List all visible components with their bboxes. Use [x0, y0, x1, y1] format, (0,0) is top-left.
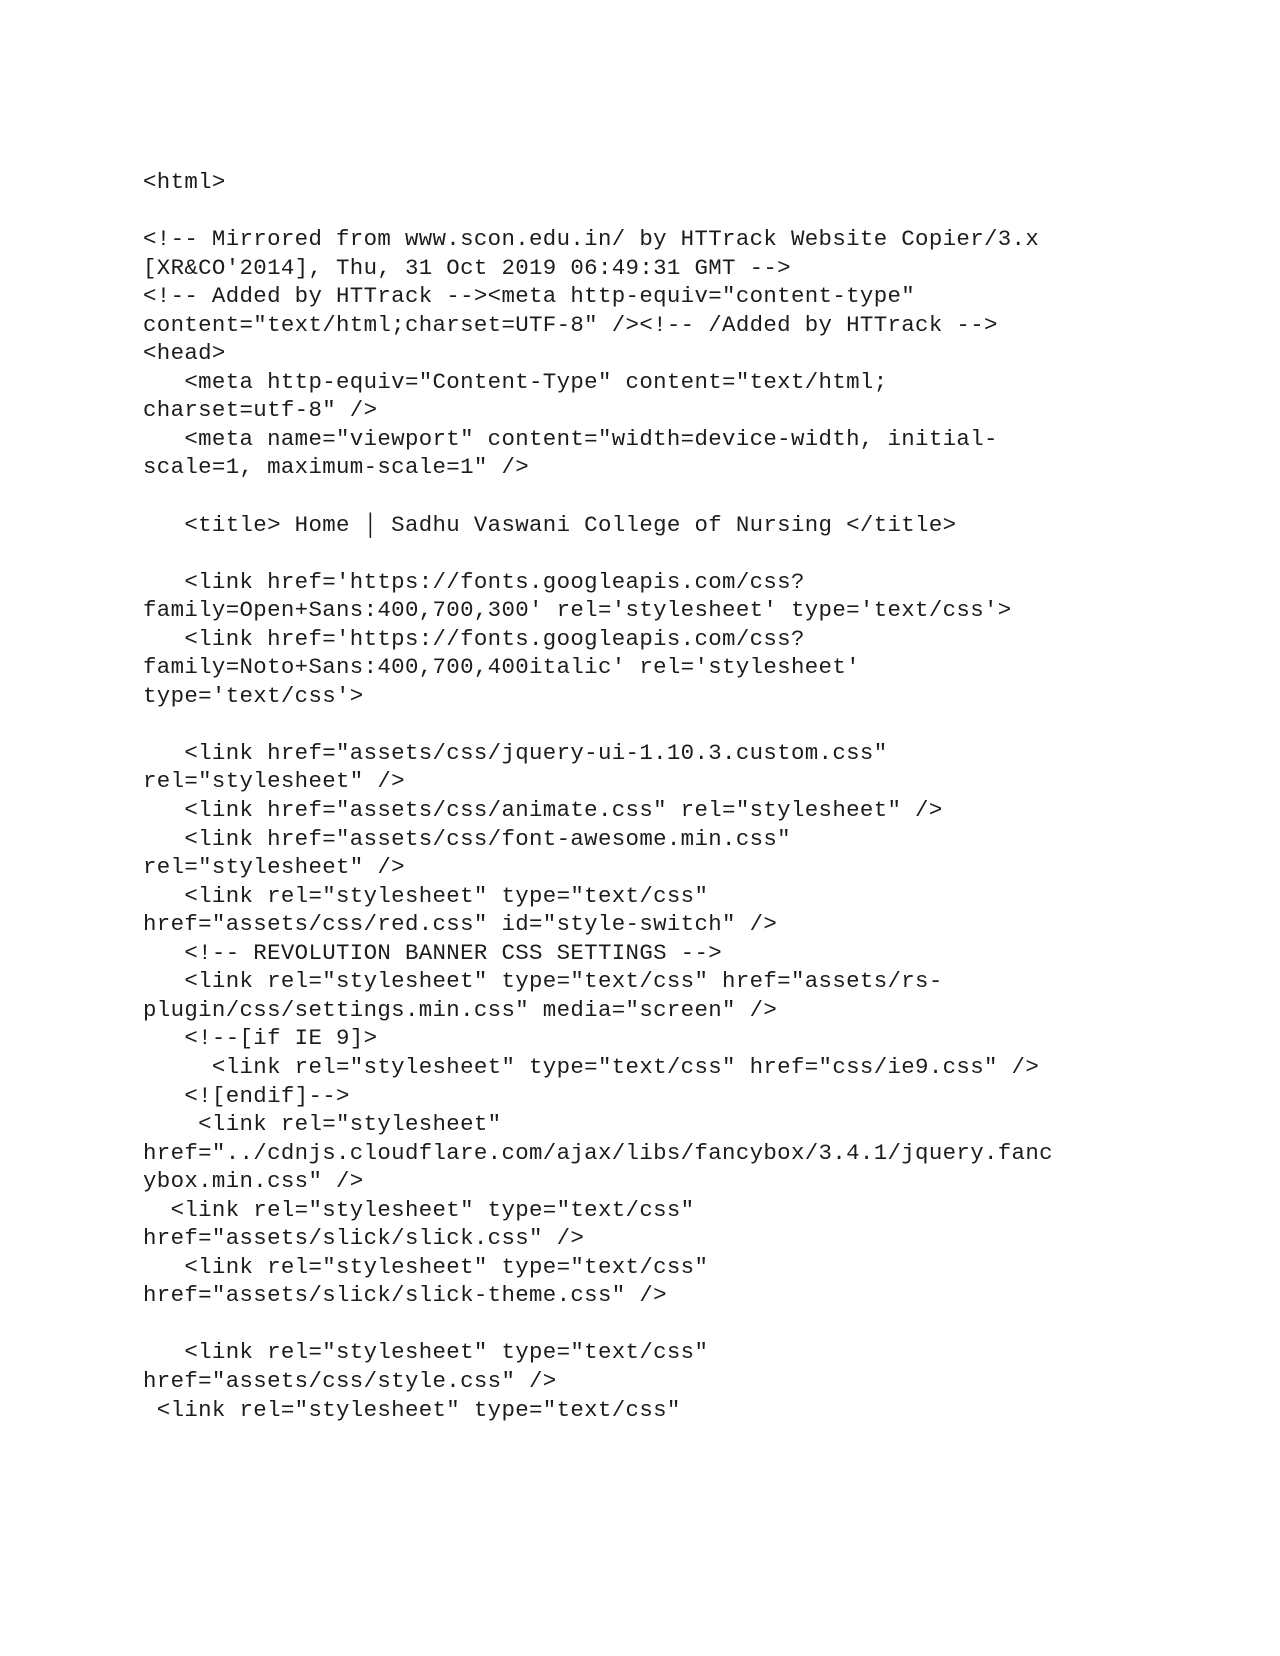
code-line: <!-- Added by HTTrack --><meta http-equi…	[143, 283, 916, 310]
source-code-listing: <html> <!-- Mirrored from www.scon.edu.i…	[143, 168, 1053, 1424]
code-line: <html>	[143, 169, 226, 195]
code-line: <meta http-equiv="Content-Type" content=…	[143, 368, 888, 395]
code-line: <link rel="stylesheet" type="text/css"	[143, 1196, 695, 1223]
code-line: <link rel="stylesheet" type="text/css"	[143, 1396, 681, 1423]
code-line: <link href="assets/css/font-awesome.min.…	[143, 825, 791, 852]
code-line: rel="stylesheet" />	[143, 854, 405, 881]
code-line: <link rel="stylesheet"	[143, 1111, 502, 1138]
code-line: <link rel="stylesheet" type="text/css" h…	[143, 968, 943, 995]
code-line: <link href='https://fonts.googleapis.com…	[143, 568, 805, 595]
code-line: <link rel="stylesheet" type="text/css"	[143, 882, 709, 909]
code-line: href="assets/slick/slick.css" />	[143, 1225, 585, 1252]
code-line: <link rel="stylesheet" type="text/css"	[143, 1253, 709, 1280]
code-line: <link href="assets/css/animate.css" rel=…	[143, 797, 943, 824]
code-line: scale=1, maximum-scale=1" />	[143, 454, 530, 481]
code-line: <link href="assets/css/jquery-ui-1.10.3.…	[143, 739, 888, 766]
code-line: <meta name="viewport" content="width=dev…	[143, 425, 998, 452]
code-line: charset=utf-8" />	[143, 397, 378, 424]
code-line: <head>	[143, 340, 226, 367]
code-line: href="../cdnjs.cloudflare.com/ajax/libs/…	[143, 1139, 1053, 1166]
code-line: <!--[if IE 9]>	[143, 1025, 378, 1052]
code-line: rel="stylesheet" />	[143, 768, 405, 795]
code-line: <link rel="stylesheet" type="text/css" h…	[143, 1053, 1040, 1080]
code-line: <title> Home │ Sadhu Vaswani College of …	[143, 511, 957, 538]
document-page: <html> <!-- Mirrored from www.scon.edu.i…	[0, 0, 1280, 1656]
code-line: href="assets/css/style.css" />	[143, 1367, 557, 1394]
code-line: content="text/html;charset=UTF-8" /><!--…	[143, 311, 998, 338]
code-line: href="assets/slick/slick-theme.css" />	[143, 1282, 667, 1309]
code-line: [XR&CO'2014], Thu, 31 Oct 2019 06:49:31 …	[143, 254, 791, 281]
code-line: type='text/css'>	[143, 682, 364, 709]
code-line: plugin/css/settings.min.css" media="scre…	[143, 996, 778, 1023]
code-line: <link href='https://fonts.googleapis.com…	[143, 625, 805, 652]
code-line: family=Noto+Sans:400,700,400italic' rel=…	[143, 654, 860, 681]
code-line: <link rel="stylesheet" type="text/css"	[143, 1339, 709, 1366]
code-line: href="assets/css/red.css" id="style-swit…	[143, 911, 778, 938]
code-line: <![endif]-->	[143, 1082, 350, 1109]
code-line: ybox.min.css" />	[143, 1168, 364, 1195]
code-line: family=Open+Sans:400,700,300' rel='style…	[143, 597, 1012, 624]
code-line: <!-- REVOLUTION BANNER CSS SETTINGS -->	[143, 939, 723, 966]
code-line: <!-- Mirrored from www.scon.edu.in/ by H…	[143, 226, 1040, 253]
